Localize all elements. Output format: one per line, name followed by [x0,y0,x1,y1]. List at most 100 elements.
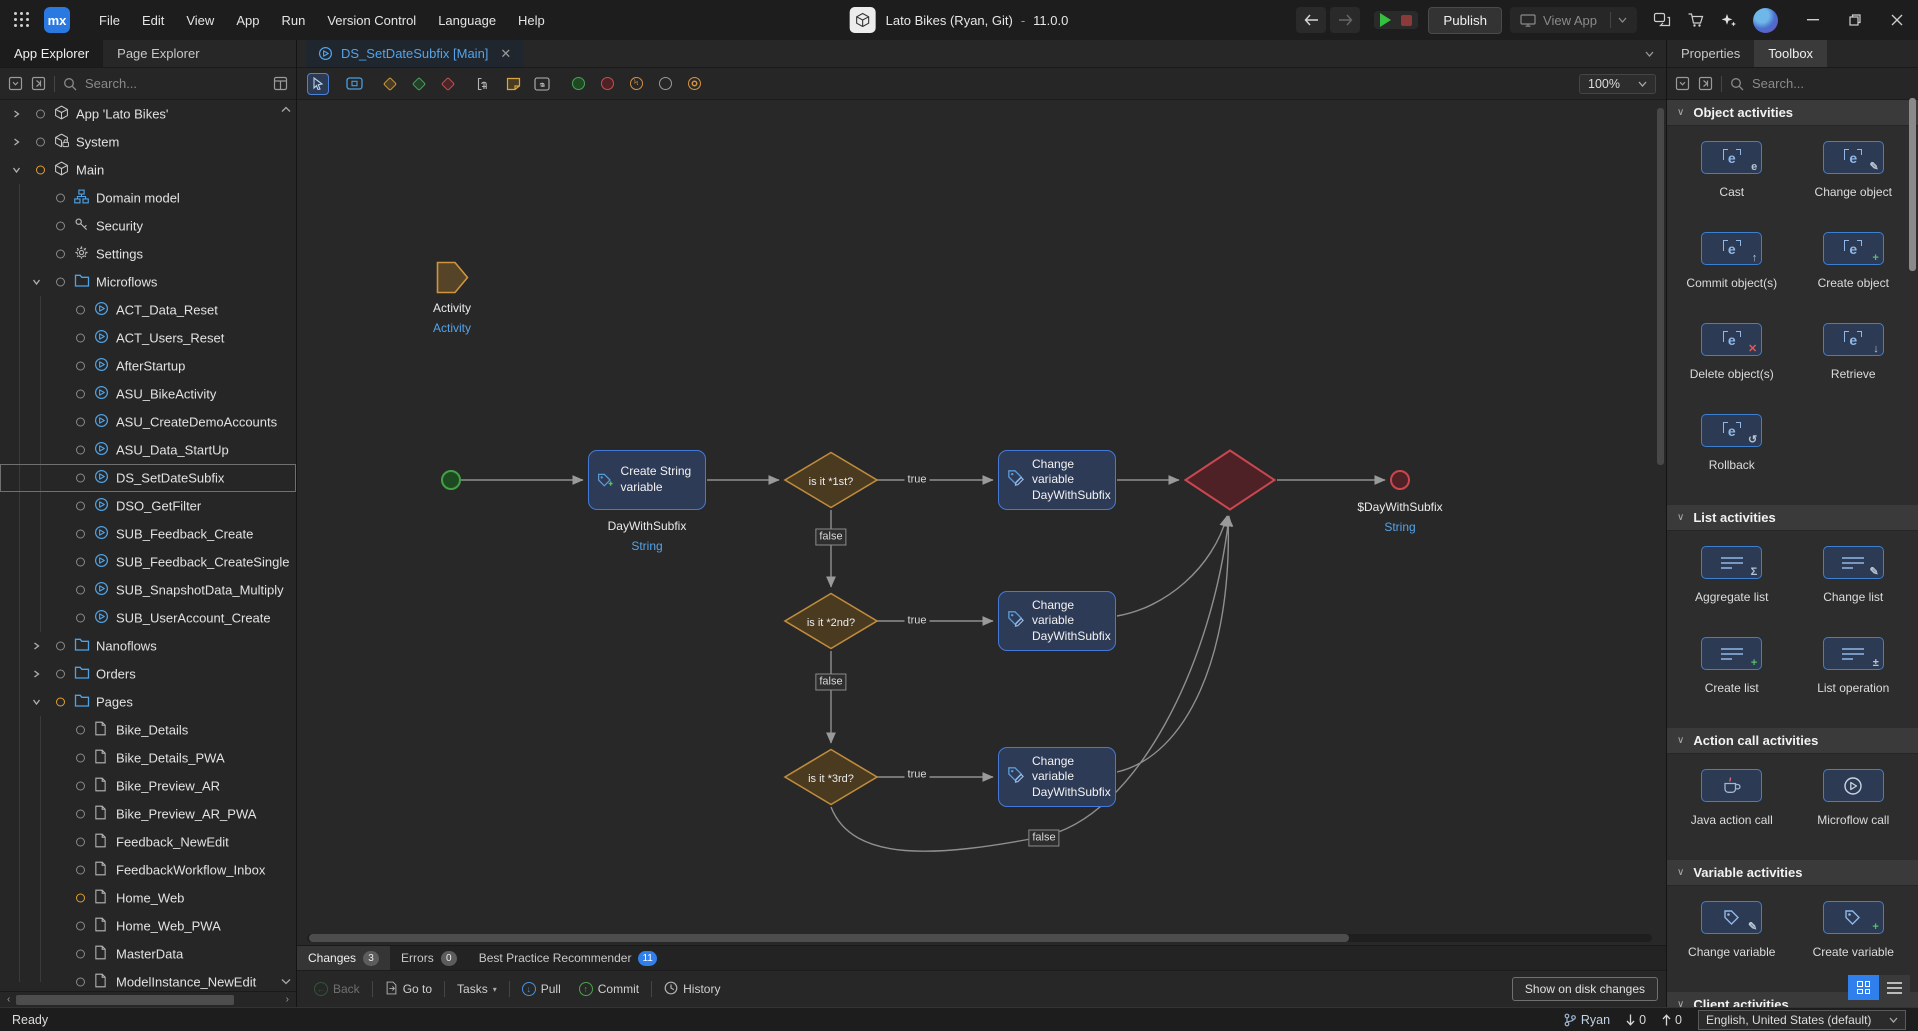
toolbox-search-input[interactable] [1752,76,1862,91]
explorer-search[interactable] [63,76,265,91]
bottom-button-go-to[interactable]: Go to [376,977,441,1002]
toolbox-item-create-list[interactable]: +Create list [1671,637,1793,695]
select-tool[interactable] [307,73,329,95]
tree-item-ds-setdatesubfix[interactable]: DS_SetDateSubfix [0,464,296,492]
toolbox-item-list-operation[interactable]: ±List operation [1793,637,1915,695]
tree-item-security[interactable]: Security [0,212,296,240]
section-header-variable-activities[interactable]: ∨Variable activities [1667,860,1918,886]
tree-item-microflows[interactable]: Microflows [0,268,296,296]
tree-item-feedback-newedit[interactable]: Feedback_NewEdit [0,828,296,856]
tab-toolbox[interactable]: Toolbox [1754,40,1827,67]
change-object-icon[interactable]: e✎ [1823,141,1884,174]
section-header-action-call-activities[interactable]: ∨Action call activities [1667,728,1918,754]
user-avatar[interactable] [1753,8,1778,33]
note-tool[interactable] [502,73,524,95]
tree-item-pages[interactable]: Pages [0,688,296,716]
toolbox-item-aggregate-list[interactable]: ΣAggregate list [1671,546,1793,604]
error-event-tool[interactable]: Ϟ [625,73,647,95]
locate-in-tree-icon[interactable] [31,76,46,91]
tab-properties[interactable]: Properties [1667,40,1754,67]
current-branch[interactable]: Ryan [1564,1013,1610,1027]
tree-item-home-web-pwa[interactable]: Home_Web_PWA [0,912,296,940]
tree-item-app-lato-bikes[interactable]: App 'Lato Bikes' [0,100,296,128]
scrollbar-thumb[interactable] [16,995,234,1005]
end-event[interactable] [1390,470,1410,490]
tree-item-bike-preview-ar-pwa[interactable]: Bike_Preview_AR_PWA [0,800,296,828]
list-operation-icon[interactable]: ± [1823,637,1884,670]
annotation-activity-shape[interactable] [436,261,469,294]
delete-object-icon[interactable]: e✕ [1701,323,1762,356]
window-minimize-button[interactable] [1792,0,1834,40]
list-view-button[interactable] [1879,975,1910,1000]
scroll-left-icon[interactable]: ‹ [3,994,14,1005]
publish-button[interactable]: Publish [1428,7,1502,34]
explorer-horizontal-scrollbar[interactable]: ‹ › [0,991,296,1007]
menu-run[interactable]: Run [270,0,316,40]
tree-item-system[interactable]: System [0,128,296,156]
tab-list-dropdown-icon[interactable] [1645,40,1666,67]
incoming-commits[interactable]: 0 [1626,1013,1646,1027]
marketplace-icon[interactable] [1687,12,1704,28]
zoom-control[interactable]: 100% [1579,74,1656,94]
view-app-dropdown-icon[interactable] [1618,17,1627,23]
microflow-call-icon[interactable] [1823,769,1884,802]
toolbox-item-create-variable[interactable]: +Create variable [1793,901,1915,959]
java-call-icon[interactable] [1701,769,1762,802]
view-app-button[interactable]: View App [1510,7,1637,33]
decision-3[interactable]: is it *3rd? [783,748,879,809]
document-tab[interactable]: DS_SetDateSubfix [Main] ✕ [306,40,523,67]
window-close-button[interactable] [1876,0,1918,40]
toolbox-scrollbar[interactable] [1909,98,1916,271]
tree-item-domain-model[interactable]: Domain model [0,184,296,212]
change-variable-activity-1[interactable]: Change variable DayWithSubfix [998,450,1116,510]
tree-item-asu-createdemoaccounts[interactable]: ASU_CreateDemoAccounts [0,408,296,436]
create-variable-activity[interactable]: Create String variable [588,450,706,510]
tree-item-orders[interactable]: Orders [0,660,296,688]
aggregate-list-icon[interactable]: Σ [1701,546,1762,579]
collapse-all-icon[interactable] [8,76,23,91]
toolbox-item-change-list[interactable]: ✎Change list [1793,546,1915,604]
cast-icon[interactable]: ee [1701,141,1762,174]
stop-button[interactable] [1401,15,1412,26]
explorer-search-input[interactable] [85,76,195,91]
decision-2[interactable]: is it *2nd? [783,592,879,653]
menu-help[interactable]: Help [507,0,556,40]
tree-item-bike-details[interactable]: Bike_Details [0,716,296,744]
feedback-icon[interactable] [1653,12,1671,28]
change-variable-icon[interactable]: ✎ [1701,901,1762,934]
chevron-down-icon[interactable] [32,695,41,710]
tab-page-explorer[interactable]: Page Explorer [103,40,213,67]
toolbox-item-create-object[interactable]: e+Create object [1793,232,1915,290]
toolbox-search[interactable] [1730,76,1910,91]
tree-item-asu-bikeactivity[interactable]: ASU_BikeActivity [0,380,296,408]
tree-item-main[interactable]: Main [0,156,296,184]
tree-item-afterstartup[interactable]: AfterStartup [0,352,296,380]
change-variable-activity-2[interactable]: Change variable DayWithSubfix [998,591,1116,651]
tree-item-act-users-reset[interactable]: ACT_Users_Reset [0,324,296,352]
tree-item-sub-feedback-createsingle[interactable]: SUB_Feedback_CreateSingle [0,548,296,576]
show-on-disk-changes-button[interactable]: Show on disk changes [1512,977,1658,1001]
app-launcher-icon[interactable] [14,12,30,28]
create-object-icon[interactable]: e+ [1823,232,1884,265]
bottom-tab-best-practice-recommender[interactable]: Best Practice Recommender11 [468,946,668,970]
run-button[interactable] [1380,13,1391,27]
section-header-object-activities[interactable]: ∨Object activities [1667,100,1918,126]
chevron-right-icon[interactable] [32,667,41,682]
tree-item-sub-feedback-create[interactable]: SUB_Feedback_Create [0,520,296,548]
tab-app-explorer[interactable]: App Explorer [0,40,103,67]
tree-item-sub-snapshotdata-multiply[interactable]: SUB_SnapshotData_Multiply [0,576,296,604]
menu-language[interactable]: Language [427,0,507,40]
maia-sparkles-icon[interactable] [1720,12,1737,28]
window-restore-button[interactable] [1834,0,1876,40]
retrieve-icon[interactable]: e↓ [1823,323,1884,356]
continue-event-tool[interactable] [654,73,676,95]
start-event[interactable] [441,470,461,490]
tree-item-sub-useraccount-create[interactable]: SUB_UserAccount_Create [0,604,296,632]
zoom-dropdown-icon[interactable] [1638,81,1647,87]
explorer-layout-icon[interactable] [273,76,288,91]
toolbox-item-java-action-call[interactable]: Java action call [1671,769,1793,827]
tree-item-bike-details-pwa[interactable]: Bike_Details_PWA [0,744,296,772]
toolbox-item-cast[interactable]: eeCast [1671,141,1793,199]
collapse-all-icon[interactable] [1675,76,1690,91]
chevron-right-icon[interactable] [12,135,21,150]
